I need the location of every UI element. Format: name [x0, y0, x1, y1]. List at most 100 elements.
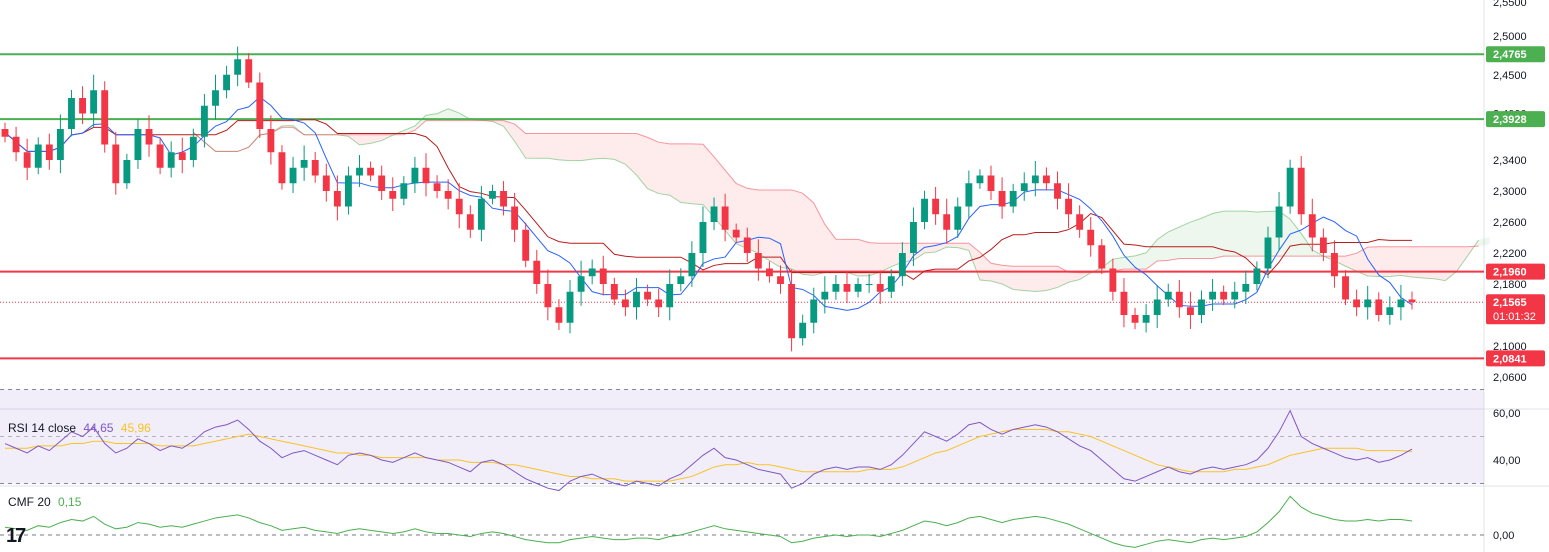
candle: [666, 269, 674, 321]
cloud-segment: [1190, 218, 1202, 259]
candle-body: [954, 206, 962, 230]
candle: [289, 156, 297, 194]
cloud-segment: [780, 189, 792, 269]
candle-body: [1131, 315, 1139, 323]
candle-body: [943, 214, 951, 230]
candle: [278, 145, 286, 190]
candle-body: [56, 129, 64, 160]
candle: [466, 205, 474, 238]
level-price-tag-label: 2,3928: [1493, 114, 1527, 126]
candle: [1408, 291, 1416, 310]
cloud-segment: [1423, 246, 1435, 279]
rsi-value: 44,65: [83, 421, 114, 435]
candle-body: [1, 129, 9, 137]
cloud-segment: [1201, 213, 1213, 259]
candle-body: [444, 191, 452, 199]
candle: [533, 249, 541, 294]
candle: [1065, 183, 1072, 229]
level-price-tag-label: 2,0841: [1493, 353, 1527, 365]
candle: [610, 277, 618, 306]
candle-body: [34, 144, 42, 168]
candle-body: [932, 198, 940, 215]
candle: [821, 276, 829, 314]
candle-body: [101, 90, 109, 145]
candle-body: [965, 183, 973, 207]
candle-body: [566, 291, 574, 323]
candle-body: [544, 284, 552, 308]
candle-body: [1408, 299, 1416, 303]
candle: [655, 288, 663, 318]
cloud-segment: [758, 189, 770, 261]
bar-countdown-label: 01:01:32: [1493, 311, 1536, 323]
candle: [322, 163, 330, 202]
candle-body: [167, 152, 175, 168]
cmf-title: CMF 20: [8, 495, 51, 509]
candle: [555, 299, 563, 331]
candle: [544, 269, 552, 321]
candle: [577, 260, 585, 306]
candle-body: [68, 98, 75, 129]
cloud-segment: [1002, 265, 1014, 290]
candle-body: [1042, 175, 1050, 184]
cloud-segment: [1412, 246, 1424, 278]
candle-body: [699, 222, 707, 253]
price-tick-label: 2,3400: [1493, 155, 1527, 167]
candle-body: [677, 276, 685, 284]
cmf-legend[interactable]: CMF 20 0,15: [8, 495, 85, 509]
pane-backgrounds: [0, 0, 1549, 552]
candle: [998, 177, 1006, 219]
candle: [854, 277, 862, 298]
candle-body: [123, 160, 131, 184]
candle: [256, 72, 264, 138]
rsi-legend[interactable]: RSI 14 close 44,65 45,96: [8, 421, 155, 435]
candle-body: [588, 268, 596, 277]
cloud-segment: [570, 133, 582, 161]
candle: [1353, 289, 1361, 317]
candle-body: [666, 284, 674, 308]
cloud-segment: [625, 133, 637, 176]
candle-body: [90, 90, 98, 114]
candle-body: [422, 167, 430, 184]
price-tags: 2,4765 2,3928 2,1960 2,0841 2,1565 01:01:32: [1486, 46, 1545, 367]
candle-body: [1308, 214, 1316, 238]
candle: [212, 74, 219, 120]
candle-body: [754, 253, 762, 269]
candle: [333, 175, 341, 221]
candle-body: [1319, 237, 1327, 253]
candle-body: [256, 82, 264, 129]
candle-body: [1109, 268, 1117, 292]
candle: [400, 176, 408, 206]
candle: [489, 184, 496, 205]
candle: [1076, 205, 1084, 238]
candle: [267, 115, 275, 165]
candle-body: [1020, 183, 1028, 191]
tradingview-logo[interactable]: 17: [6, 525, 26, 548]
candle: [389, 177, 397, 212]
cloud-segment: [1179, 222, 1191, 259]
candle-body: [511, 206, 519, 230]
cloud-segment: [1123, 255, 1136, 270]
price-tick-label: 2,2200: [1493, 248, 1527, 260]
candle: [68, 89, 75, 137]
candle: [943, 198, 951, 244]
candle: [1297, 155, 1305, 225]
candle-body: [1186, 307, 1194, 315]
cloud-segment: [1035, 266, 1047, 292]
candle-body: [200, 105, 208, 137]
price-tick-label: 2,0600: [1493, 372, 1527, 384]
candle-body: [500, 191, 507, 207]
candle-body: [610, 284, 618, 300]
candle-body: [378, 175, 386, 191]
trading-chart[interactable]: 2,55002,50002,45002,40002,34002,30002,26…: [0, 0, 1549, 552]
cloud-segment: [835, 239, 847, 273]
candle-body: [223, 74, 231, 91]
candle: [987, 165, 995, 200]
candle: [1386, 296, 1394, 325]
cmf-value: 0,15: [58, 495, 82, 509]
candle-body: [555, 307, 563, 323]
candle: [311, 151, 319, 183]
level-price-tag-label: 2,4765: [1493, 49, 1527, 61]
candle-body: [345, 175, 352, 207]
candle-body: [732, 229, 740, 238]
price-tick-label: 2,4500: [1493, 70, 1527, 82]
